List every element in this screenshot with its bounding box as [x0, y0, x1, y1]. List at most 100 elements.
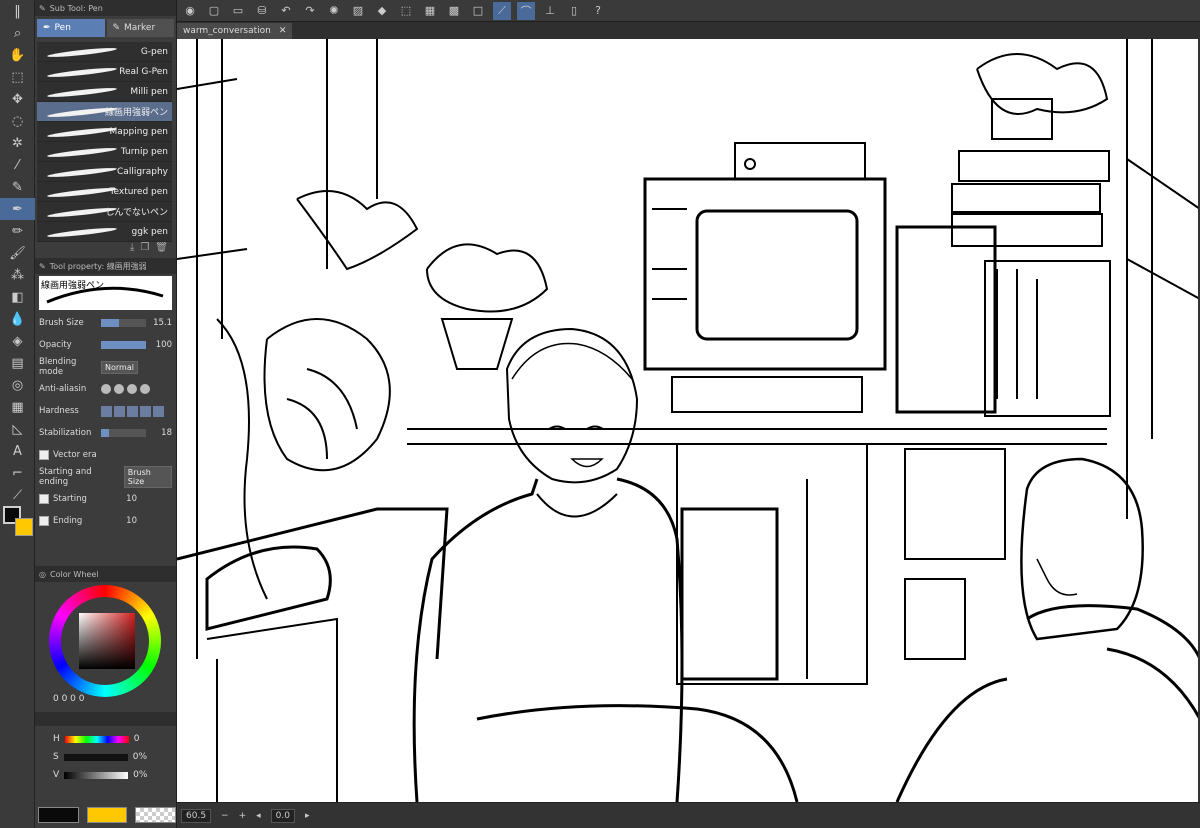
transform-icon[interactable]: ⬚: [397, 2, 415, 20]
brush-item-active[interactable]: 線画用強弱ペン: [37, 102, 172, 122]
start-end-row[interactable]: Starting and ending Brush Size: [35, 466, 176, 488]
balloon-tool-icon[interactable]: ⌐: [0, 462, 35, 484]
copy-icon[interactable]: ❐: [140, 242, 149, 258]
eraser-icon[interactable]: ◧: [0, 286, 35, 308]
ruler-tool-icon[interactable]: ◺: [0, 418, 35, 440]
opacity-row[interactable]: Opacity 100: [35, 334, 176, 356]
deselect-icon[interactable]: ▦: [421, 2, 439, 20]
ending-row[interactable]: Ending 10: [35, 510, 176, 532]
loading-icon[interactable]: ✺: [325, 2, 343, 20]
angle-value[interactable]: 0.0: [270, 808, 295, 823]
zoom-value[interactable]: 60.5: [181, 808, 212, 823]
document-tab[interactable]: warm_conversation ✕: [177, 23, 293, 39]
blend-tool-icon[interactable]: 💧: [0, 308, 35, 330]
lasso-tool-icon[interactable]: ◌: [0, 110, 35, 132]
s-value[interactable]: 0%: [133, 752, 147, 762]
brush-item[interactable]: Mapping pen: [37, 122, 172, 142]
brush-item[interactable]: Calligraphy: [37, 162, 172, 182]
pencil-tool-icon[interactable]: ✏: [0, 220, 35, 242]
trash-icon[interactable]: 🗑: [155, 242, 168, 258]
download-icon[interactable]: ⤓: [130, 242, 134, 258]
blending-select[interactable]: Normal: [101, 360, 138, 374]
gradient-tool-icon[interactable]: ▤: [0, 352, 35, 374]
help-icon[interactable]: ?: [589, 2, 607, 20]
clear-icon[interactable]: ▨: [349, 2, 367, 20]
brush-item[interactable]: Milli pen: [37, 82, 172, 102]
background-color[interactable]: [15, 518, 33, 536]
brush-item[interactable]: Textured pen: [37, 182, 172, 202]
logo-icon[interactable]: ◉: [181, 2, 199, 20]
starting-row[interactable]: Starting 10: [35, 488, 176, 510]
swatch-transparent[interactable]: [135, 807, 177, 823]
correct-line-icon[interactable]: ⟋: [0, 484, 35, 506]
zoom-in-icon[interactable]: +: [239, 811, 247, 821]
snap-grid-icon[interactable]: ⊥: [541, 2, 559, 20]
fill-icon[interactable]: ◆: [373, 2, 391, 20]
start-end-select[interactable]: Brush Size: [123, 466, 172, 488]
brush-size-slider[interactable]: [101, 319, 146, 327]
brush-item[interactable]: ggk pen: [37, 222, 172, 242]
val-slider-row[interactable]: V 0%: [35, 766, 176, 784]
brush-item[interactable]: しんでないペン: [37, 202, 172, 222]
opacity-value[interactable]: 100: [150, 340, 172, 350]
hue-slider[interactable]: [64, 735, 129, 743]
canvas[interactable]: [177, 39, 1200, 802]
redo-icon[interactable]: ↷: [301, 2, 319, 20]
stabilization-value[interactable]: 18: [150, 428, 172, 438]
sat-slider-row[interactable]: S 0%: [35, 748, 176, 766]
brush-tool-icon[interactable]: 🖌: [0, 242, 35, 264]
brush-size-row[interactable]: Brush Size 15.1: [35, 312, 176, 334]
device-icon[interactable]: ▯: [565, 2, 583, 20]
move-tool-icon[interactable]: ✥: [0, 88, 35, 110]
starting-checkbox[interactable]: [39, 494, 49, 504]
frame-tool-icon[interactable]: ▦: [0, 396, 35, 418]
operation-tool-icon[interactable]: ⬚: [0, 66, 35, 88]
stabilization-slider[interactable]: [101, 429, 146, 437]
val-slider[interactable]: [64, 771, 129, 779]
pen-tool-icon[interactable]: ✎: [0, 176, 35, 198]
snap-ruler-icon[interactable]: ⟋: [493, 1, 511, 20]
rotate-left-icon[interactable]: ◂: [256, 811, 261, 821]
vector-row[interactable]: Vector era: [35, 444, 176, 466]
invert-selection-icon[interactable]: ▩: [445, 2, 463, 20]
text-tool-icon[interactable]: A: [0, 440, 35, 462]
main-color-swatch[interactable]: [3, 506, 33, 536]
hue-slider-row[interactable]: H0: [35, 730, 176, 748]
airbrush-icon[interactable]: ⁂: [0, 264, 35, 286]
close-icon[interactable]: ✕: [279, 26, 287, 36]
selection-icon[interactable]: □: [469, 2, 487, 20]
vector-checkbox[interactable]: [39, 450, 49, 460]
magic-wand-icon[interactable]: ✲: [0, 132, 35, 154]
ending-checkbox[interactable]: [39, 516, 49, 526]
zoom-out-icon[interactable]: −: [221, 811, 229, 821]
tab-pen[interactable]: ✒ Pen: [37, 19, 105, 37]
brush-item[interactable]: G-pen: [37, 42, 172, 62]
brush-item[interactable]: Turnip pen: [37, 142, 172, 162]
open-folder-icon[interactable]: ▭: [229, 2, 247, 20]
zoom-tool-icon[interactable]: ⌕: [0, 22, 35, 44]
brush-size-value[interactable]: 15.1: [150, 318, 172, 328]
save-icon[interactable]: ⛁: [253, 2, 271, 20]
color-wheel[interactable]: [49, 585, 161, 697]
fill-tool-icon[interactable]: ◈: [0, 330, 35, 352]
v-value[interactable]: 0%: [133, 770, 147, 780]
new-file-icon[interactable]: ▢: [205, 2, 223, 20]
antialias-row[interactable]: Anti-aliasin: [35, 378, 176, 400]
stabilization-row[interactable]: Stabilization 18: [35, 422, 176, 444]
saturation-value-square[interactable]: [79, 613, 135, 669]
blending-row[interactable]: Blending mode Normal: [35, 356, 176, 378]
undo-icon[interactable]: ↶: [277, 2, 295, 20]
hardness-options[interactable]: [101, 405, 164, 417]
antialias-options[interactable]: [101, 384, 150, 394]
hardness-row[interactable]: Hardness: [35, 400, 176, 422]
collapse-icon[interactable]: ‖: [0, 0, 35, 22]
figure-tool-icon[interactable]: ◎: [0, 374, 35, 396]
snap-special-ruler-icon[interactable]: ⌒: [517, 1, 535, 20]
sat-slider[interactable]: [63, 753, 128, 761]
tab-marker[interactable]: ✎ Marker: [106, 19, 174, 37]
hand-tool-icon[interactable]: ✋: [0, 44, 35, 66]
brush-item[interactable]: Real G-Pen: [37, 62, 172, 82]
starting-value[interactable]: 10: [115, 494, 137, 504]
swatch-black[interactable]: [38, 807, 79, 823]
opacity-slider[interactable]: [101, 341, 146, 349]
